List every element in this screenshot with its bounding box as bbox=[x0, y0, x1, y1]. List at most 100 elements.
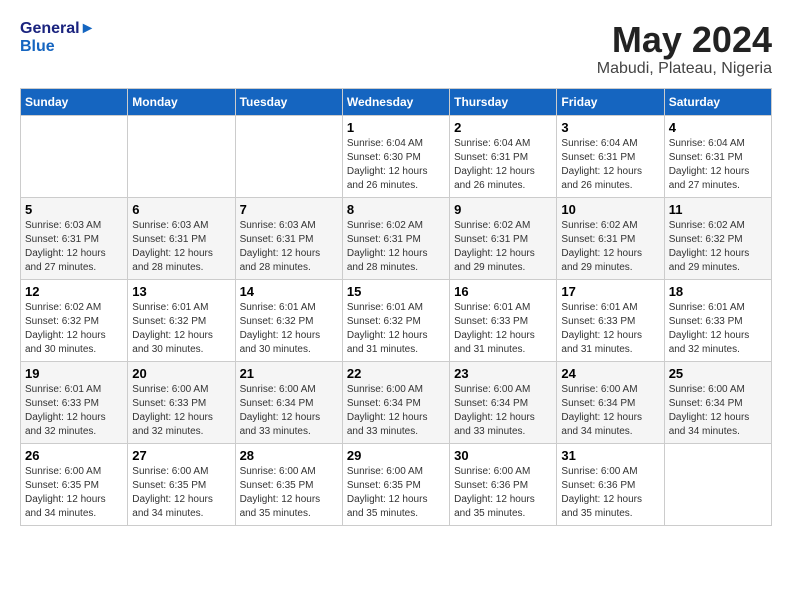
day-number: 19 bbox=[25, 366, 123, 381]
day-number: 20 bbox=[132, 366, 230, 381]
day-number: 3 bbox=[561, 120, 659, 135]
calendar-cell: 21 Sunrise: 6:00 AMSunset: 6:34 PMDaylig… bbox=[235, 361, 342, 443]
day-number: 11 bbox=[669, 202, 767, 217]
day-info: Sunrise: 6:00 AMSunset: 6:34 PMDaylight:… bbox=[561, 383, 659, 439]
day-info: Sunrise: 6:03 AMSunset: 6:31 PMDaylight:… bbox=[132, 219, 230, 275]
header: General► Blue May 2024 Mabudi, Plateau, … bbox=[20, 20, 772, 78]
day-number: 18 bbox=[669, 284, 767, 299]
day-info: Sunrise: 6:02 AMSunset: 6:32 PMDaylight:… bbox=[25, 301, 123, 357]
calendar-cell: 15 Sunrise: 6:01 AMSunset: 6:32 PMDaylig… bbox=[342, 279, 449, 361]
day-number: 10 bbox=[561, 202, 659, 217]
day-number: 16 bbox=[454, 284, 552, 299]
weekday-header-thursday: Thursday bbox=[450, 88, 557, 115]
day-number: 1 bbox=[347, 120, 445, 135]
day-info: Sunrise: 6:00 AMSunset: 6:35 PMDaylight:… bbox=[25, 465, 123, 521]
calendar-cell: 8 Sunrise: 6:02 AMSunset: 6:31 PMDayligh… bbox=[342, 197, 449, 279]
calendar-cell: 2 Sunrise: 6:04 AMSunset: 6:31 PMDayligh… bbox=[450, 115, 557, 197]
calendar-cell: 9 Sunrise: 6:02 AMSunset: 6:31 PMDayligh… bbox=[450, 197, 557, 279]
calendar-cell: 10 Sunrise: 6:02 AMSunset: 6:31 PMDaylig… bbox=[557, 197, 664, 279]
day-info: Sunrise: 6:00 AMSunset: 6:33 PMDaylight:… bbox=[132, 383, 230, 439]
day-info: Sunrise: 6:00 AMSunset: 6:35 PMDaylight:… bbox=[347, 465, 445, 521]
calendar-cell: 16 Sunrise: 6:01 AMSunset: 6:33 PMDaylig… bbox=[450, 279, 557, 361]
day-number: 2 bbox=[454, 120, 552, 135]
day-number: 13 bbox=[132, 284, 230, 299]
day-number: 5 bbox=[25, 202, 123, 217]
day-number: 23 bbox=[454, 366, 552, 381]
calendar-cell bbox=[21, 115, 128, 197]
day-info: Sunrise: 6:00 AMSunset: 6:36 PMDaylight:… bbox=[561, 465, 659, 521]
day-number: 24 bbox=[561, 366, 659, 381]
day-info: Sunrise: 6:01 AMSunset: 6:33 PMDaylight:… bbox=[669, 301, 767, 357]
day-info: Sunrise: 6:01 AMSunset: 6:32 PMDaylight:… bbox=[132, 301, 230, 357]
logo: General► Blue bbox=[20, 20, 95, 55]
week-row-2: 5 Sunrise: 6:03 AMSunset: 6:31 PMDayligh… bbox=[21, 197, 772, 279]
calendar-cell: 18 Sunrise: 6:01 AMSunset: 6:33 PMDaylig… bbox=[664, 279, 771, 361]
weekday-header-monday: Monday bbox=[128, 88, 235, 115]
calendar-cell: 20 Sunrise: 6:00 AMSunset: 6:33 PMDaylig… bbox=[128, 361, 235, 443]
day-info: Sunrise: 6:02 AMSunset: 6:32 PMDaylight:… bbox=[669, 219, 767, 275]
day-number: 4 bbox=[669, 120, 767, 135]
day-number: 7 bbox=[240, 202, 338, 217]
day-info: Sunrise: 6:01 AMSunset: 6:32 PMDaylight:… bbox=[347, 301, 445, 357]
weekday-header-tuesday: Tuesday bbox=[235, 88, 342, 115]
calendar-cell: 1 Sunrise: 6:04 AMSunset: 6:30 PMDayligh… bbox=[342, 115, 449, 197]
calendar-cell: 13 Sunrise: 6:01 AMSunset: 6:32 PMDaylig… bbox=[128, 279, 235, 361]
day-number: 21 bbox=[240, 366, 338, 381]
calendar-cell: 12 Sunrise: 6:02 AMSunset: 6:32 PMDaylig… bbox=[21, 279, 128, 361]
calendar-cell: 17 Sunrise: 6:01 AMSunset: 6:33 PMDaylig… bbox=[557, 279, 664, 361]
day-number: 26 bbox=[25, 448, 123, 463]
day-number: 31 bbox=[561, 448, 659, 463]
week-row-5: 26 Sunrise: 6:00 AMSunset: 6:35 PMDaylig… bbox=[21, 443, 772, 525]
weekday-header-row: SundayMondayTuesdayWednesdayThursdayFrid… bbox=[21, 88, 772, 115]
calendar-cell: 22 Sunrise: 6:00 AMSunset: 6:34 PMDaylig… bbox=[342, 361, 449, 443]
calendar-cell: 5 Sunrise: 6:03 AMSunset: 6:31 PMDayligh… bbox=[21, 197, 128, 279]
day-info: Sunrise: 6:04 AMSunset: 6:31 PMDaylight:… bbox=[561, 137, 659, 193]
calendar-cell: 6 Sunrise: 6:03 AMSunset: 6:31 PMDayligh… bbox=[128, 197, 235, 279]
day-info: Sunrise: 6:01 AMSunset: 6:33 PMDaylight:… bbox=[454, 301, 552, 357]
day-number: 6 bbox=[132, 202, 230, 217]
calendar-cell: 3 Sunrise: 6:04 AMSunset: 6:31 PMDayligh… bbox=[557, 115, 664, 197]
day-number: 22 bbox=[347, 366, 445, 381]
day-info: Sunrise: 6:02 AMSunset: 6:31 PMDaylight:… bbox=[561, 219, 659, 275]
day-number: 17 bbox=[561, 284, 659, 299]
calendar-cell: 25 Sunrise: 6:00 AMSunset: 6:34 PMDaylig… bbox=[664, 361, 771, 443]
day-number: 27 bbox=[132, 448, 230, 463]
title-area: May 2024 Mabudi, Plateau, Nigeria bbox=[597, 20, 772, 78]
calendar-cell bbox=[128, 115, 235, 197]
calendar-cell: 24 Sunrise: 6:00 AMSunset: 6:34 PMDaylig… bbox=[557, 361, 664, 443]
day-number: 30 bbox=[454, 448, 552, 463]
day-info: Sunrise: 6:01 AMSunset: 6:33 PMDaylight:… bbox=[25, 383, 123, 439]
calendar-cell bbox=[664, 443, 771, 525]
week-row-4: 19 Sunrise: 6:01 AMSunset: 6:33 PMDaylig… bbox=[21, 361, 772, 443]
day-number: 8 bbox=[347, 202, 445, 217]
calendar-cell bbox=[235, 115, 342, 197]
calendar-subtitle: Mabudi, Plateau, Nigeria bbox=[597, 60, 772, 78]
day-info: Sunrise: 6:00 AMSunset: 6:34 PMDaylight:… bbox=[240, 383, 338, 439]
calendar-cell: 30 Sunrise: 6:00 AMSunset: 6:36 PMDaylig… bbox=[450, 443, 557, 525]
day-info: Sunrise: 6:00 AMSunset: 6:36 PMDaylight:… bbox=[454, 465, 552, 521]
day-info: Sunrise: 6:00 AMSunset: 6:35 PMDaylight:… bbox=[132, 465, 230, 521]
week-row-1: 1 Sunrise: 6:04 AMSunset: 6:30 PMDayligh… bbox=[21, 115, 772, 197]
day-info: Sunrise: 6:00 AMSunset: 6:34 PMDaylight:… bbox=[669, 383, 767, 439]
day-info: Sunrise: 6:04 AMSunset: 6:31 PMDaylight:… bbox=[669, 137, 767, 193]
calendar-cell: 14 Sunrise: 6:01 AMSunset: 6:32 PMDaylig… bbox=[235, 279, 342, 361]
day-info: Sunrise: 6:00 AMSunset: 6:34 PMDaylight:… bbox=[347, 383, 445, 439]
weekday-header-wednesday: Wednesday bbox=[342, 88, 449, 115]
calendar-cell: 7 Sunrise: 6:03 AMSunset: 6:31 PMDayligh… bbox=[235, 197, 342, 279]
day-info: Sunrise: 6:02 AMSunset: 6:31 PMDaylight:… bbox=[454, 219, 552, 275]
calendar-cell: 4 Sunrise: 6:04 AMSunset: 6:31 PMDayligh… bbox=[664, 115, 771, 197]
week-row-3: 12 Sunrise: 6:02 AMSunset: 6:32 PMDaylig… bbox=[21, 279, 772, 361]
day-info: Sunrise: 6:04 AMSunset: 6:30 PMDaylight:… bbox=[347, 137, 445, 193]
day-number: 29 bbox=[347, 448, 445, 463]
calendar-cell: 29 Sunrise: 6:00 AMSunset: 6:35 PMDaylig… bbox=[342, 443, 449, 525]
day-number: 15 bbox=[347, 284, 445, 299]
calendar-cell: 31 Sunrise: 6:00 AMSunset: 6:36 PMDaylig… bbox=[557, 443, 664, 525]
day-info: Sunrise: 6:01 AMSunset: 6:32 PMDaylight:… bbox=[240, 301, 338, 357]
day-info: Sunrise: 6:03 AMSunset: 6:31 PMDaylight:… bbox=[25, 219, 123, 275]
calendar-cell: 27 Sunrise: 6:00 AMSunset: 6:35 PMDaylig… bbox=[128, 443, 235, 525]
weekday-header-saturday: Saturday bbox=[664, 88, 771, 115]
day-info: Sunrise: 6:00 AMSunset: 6:34 PMDaylight:… bbox=[454, 383, 552, 439]
calendar-cell: 11 Sunrise: 6:02 AMSunset: 6:32 PMDaylig… bbox=[664, 197, 771, 279]
weekday-header-friday: Friday bbox=[557, 88, 664, 115]
calendar-cell: 19 Sunrise: 6:01 AMSunset: 6:33 PMDaylig… bbox=[21, 361, 128, 443]
